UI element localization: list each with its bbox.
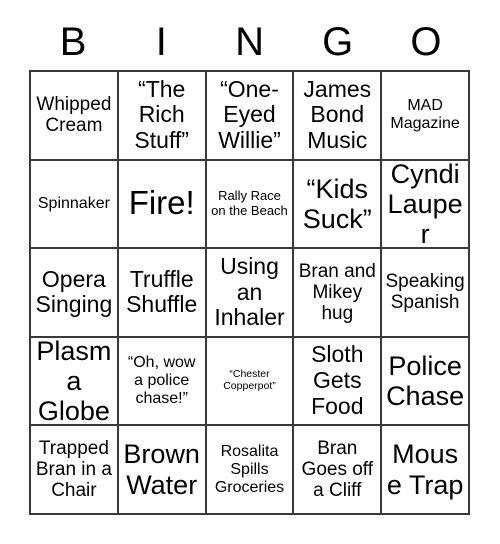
bingo-cell[interactable]: Trapped Bran in a Chair [31,426,119,515]
bingo-cell-label: Plasma Globe [36,337,112,427]
bingo-cell[interactable]: Brown Water [118,426,207,515]
bingo-cell[interactable]: Rosalita Spills Groceries [206,426,295,515]
bingo-cell-label: Using an Inhaler [214,252,285,331]
bingo-cell[interactable]: Fire! [118,160,207,250]
bingo-cell[interactable]: James Bond Music [294,72,383,161]
bingo-cell[interactable]: “Chester Copperpot” [206,337,295,427]
bingo-cell-label: Spinnaker [37,194,110,212]
bingo-cell-label: “Chester Copperpot” [223,368,276,393]
bingo-cell-label: “One-Eyed Willie” [218,75,281,154]
bingo-cell-label: “The Rich Stuff” [134,75,189,154]
bingo-cell[interactable]: Using an Inhaler [206,249,295,338]
bingo-cell-label: MAD Magazine [390,97,460,133]
bingo-cell-label: Speaking Spanish [385,271,465,314]
bingo-cell-label: “Kids Suck” [302,173,372,234]
bingo-cell[interactable]: Opera Singing [31,249,119,338]
bingo-cell[interactable]: “Oh, wow a police chase!” [118,337,207,427]
bingo-cell[interactable]: Plasma Globe [31,337,119,427]
bingo-cell[interactable]: Sloth Gets Food [294,337,383,427]
bingo-cell-label: Fire! [128,184,195,222]
bingo-cell-label: Police Chase [386,350,465,412]
bingo-cell-label: Brown Water [123,439,200,500]
bingo-cell-label: Whipped Cream [36,94,112,137]
bingo-cell[interactable]: “One-Eyed Willie” [206,72,295,161]
bingo-header-letter-n: N [235,20,264,64]
bingo-cell[interactable]: Bran Goes off a Cliff [294,426,383,515]
bingo-card: B I N G O Whipped Cream “The Rich Stuff” “One-… [0,0,500,544]
bingo-cell[interactable]: Police Chase [382,337,470,427]
bingo-cell-label: Opera Singing [35,265,113,318]
bingo-cell-label: Mouse Trap [386,439,464,500]
bingo-header-letter-b: B [59,20,87,64]
bingo-cell[interactable]: “The Rich Stuff” [118,72,207,161]
bingo-header-row: BINGO [29,14,470,70]
bingo-cell-label: Truffle Shuffle [126,265,198,318]
bingo-cell-label: Bran Goes off a Cliff [301,437,374,502]
bingo-cell[interactable]: Whipped Cream [31,72,119,161]
bingo-cell[interactable]: “Kids Suck” [294,160,383,250]
bingo-header-letter-g: G [322,20,354,64]
bingo-cell[interactable]: Spinnaker [31,160,119,250]
bingo-cell[interactable]: Cyndi Lauper [382,160,470,250]
bingo-cell[interactable]: Speaking Spanish [382,249,470,338]
bingo-cell[interactable]: Bran and Mikey hug [294,249,383,338]
bingo-cell[interactable]: Truffle Shuffle [118,249,207,338]
bingo-cell-label: Bran and Mikey hug [298,260,376,325]
bingo-header-letter-o: O [410,20,442,64]
bingo-cell-label: Cyndi Lauper [387,160,463,250]
bingo-cell-label: Sloth Gets Food [311,341,364,419]
bingo-cell-label: “Oh, wow a police chase!” [127,354,196,408]
bingo-cell[interactable]: MAD Magazine [382,72,470,161]
bingo-grid: Whipped Cream “The Rich Stuff” “One-Eyed W… [29,70,470,515]
bingo-cell-label: Rosalita Spills Groceries [214,442,285,496]
bingo-cell-label: James Bond Music [303,75,372,154]
bingo-cell-label: Rally Race on the Beach [211,188,288,218]
bingo-cell[interactable]: Mouse Trap [382,426,470,515]
bingo-cell[interactable]: Rally Race on the Beach [206,160,295,250]
bingo-header-letter-i: I [155,20,167,64]
bingo-cell-label: Trapped Bran in a Chair [35,437,112,502]
